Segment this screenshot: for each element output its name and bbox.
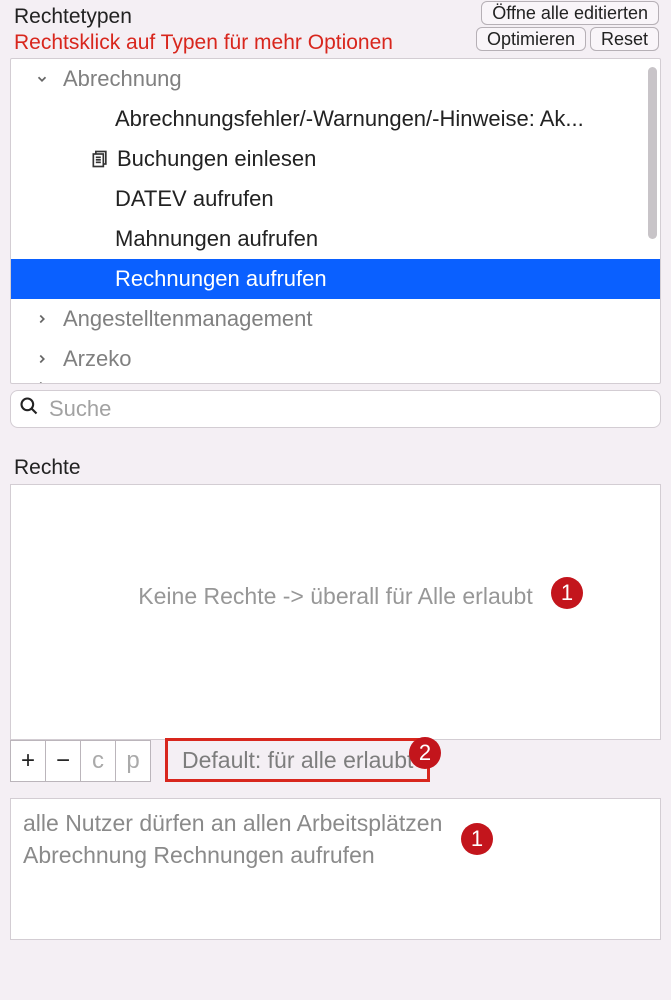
tree-group-label: Aufgaben (63, 379, 157, 384)
search-icon (19, 396, 39, 422)
tree-group-abrechnung[interactable]: Abrechnung (11, 59, 660, 99)
document-icon (87, 149, 113, 169)
add-button[interactable]: + (10, 740, 46, 782)
chevron-right-icon (33, 352, 51, 366)
open-all-edited-button[interactable]: Öffne alle editierten (481, 1, 659, 25)
tree-group-label: Angestelltenmanagement (63, 306, 313, 332)
reset-button[interactable]: Reset (590, 27, 659, 51)
tree-group-aufgaben[interactable]: Aufgaben (11, 379, 660, 384)
tree-group-label: Arzeko (63, 346, 131, 372)
tree-item-datev-aufrufen[interactable]: DATEV aufrufen (11, 179, 660, 219)
tree-item-label: DATEV aufrufen (115, 186, 274, 212)
remove-button[interactable]: − (45, 740, 81, 782)
chevron-right-icon (33, 312, 51, 326)
permission-type-tree[interactable]: Abrechnung Abrechnungsfehler/-Warnungen/… (10, 58, 661, 384)
tree-group-arzeko[interactable]: Arzeko (11, 339, 660, 379)
tree-item-label: Mahnungen aufrufen (115, 226, 318, 252)
tree-item-buchungen-einlesen[interactable]: Buchungen einlesen (11, 139, 660, 179)
chevron-down-icon (33, 72, 51, 86)
rights-list[interactable]: Keine Rechte -> überall für Alle erlaubt (10, 484, 661, 740)
chevron-right-icon (33, 379, 51, 384)
default-permission-box: Default: für alle erlaubt (165, 738, 430, 782)
search-input[interactable] (47, 395, 652, 423)
paste-button[interactable]: p (115, 740, 151, 782)
search-input-wrap[interactable] (10, 390, 661, 428)
annotation-badge-1b: 1 (461, 823, 493, 855)
permission-description-line1: alle Nutzer dürfen an allen Arbeitsplätz… (23, 807, 648, 839)
default-permission-text: Default: für alle erlaubt (182, 747, 413, 774)
tree-item-mahnungen-aufrufen[interactable]: Mahnungen aufrufen (11, 219, 660, 259)
copy-button[interactable]: c (80, 740, 116, 782)
tree-item-label: Abrechnungsfehler/-Warnungen/-Hinweise: … (115, 106, 584, 132)
tree-group-label: Abrechnung (63, 66, 182, 92)
tree-item-rechnungen-aufrufen[interactable]: Rechnungen aufrufen (11, 259, 660, 299)
rights-section-label: Rechte (14, 456, 671, 480)
permission-description: alle Nutzer dürfen an allen Arbeitsplätz… (10, 798, 661, 940)
header: Rechtetypen Rechtsklick auf Typen für me… (0, 0, 671, 56)
annotation-badge-1: 1 (551, 577, 583, 609)
header-buttons: Öffne alle editierten Optimieren Reset (476, 1, 659, 51)
tree-item-label: Rechnungen aufrufen (115, 266, 327, 292)
scrollbar-thumb[interactable] (648, 67, 657, 239)
rights-toolbar: + − c p Default: für alle erlaubt (10, 740, 661, 782)
permission-description-line2: Abrechnung Rechnungen aufrufen (23, 839, 648, 871)
tree-item-abrechnungsfehler[interactable]: Abrechnungsfehler/-Warnungen/-Hinweise: … (11, 99, 660, 139)
annotation-badge-2: 2 (409, 737, 441, 769)
tree-group-angestelltenmanagement[interactable]: Angestelltenmanagement (11, 299, 660, 339)
optimize-button[interactable]: Optimieren (476, 27, 586, 51)
tree-item-label: Buchungen einlesen (117, 146, 316, 172)
